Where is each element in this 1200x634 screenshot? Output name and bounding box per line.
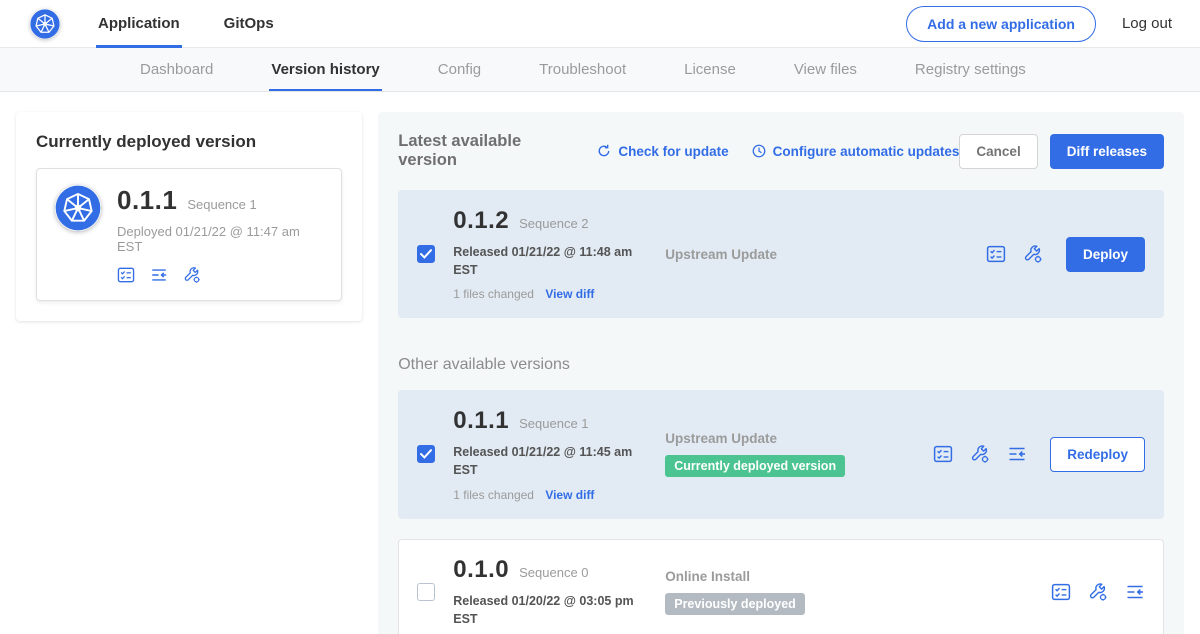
config-icon[interactable] [1088,582,1108,602]
top-navbar: Application GitOps Add a new application… [0,0,1200,48]
config-icon[interactable] [183,266,201,284]
release-notes-icon[interactable] [1051,582,1071,602]
version-source-label: Online Install [665,569,750,584]
deployed-timestamp: Deployed 01/21/22 @ 11:47 am EST [117,224,323,254]
diff-releases-button[interactable]: Diff releases [1050,134,1164,169]
nav-tab-application[interactable]: Application [96,0,182,48]
nav-tab-gitops[interactable]: GitOps [222,0,276,48]
version-checkbox[interactable] [417,245,435,263]
tab-license[interactable]: License [682,48,738,91]
tab-view-files[interactable]: View files [792,48,859,91]
released-timestamp: Released 01/21/22 @ 11:48 am EST [453,243,658,279]
other-versions-title: Other available versions [398,356,1164,374]
view-diff-link[interactable]: View diff [545,287,594,301]
release-notes-icon[interactable] [117,266,135,284]
version-source-label: Upstream Update [665,247,777,262]
view-diff-link[interactable]: View diff [545,488,594,502]
currently-deployed-title: Currently deployed version [36,132,342,152]
version-source-label: Upstream Update [665,431,777,446]
sequence-label: Sequence 2 [519,216,588,231]
release-notes-icon[interactable] [933,444,953,464]
sequence-label: Sequence 1 [519,416,588,431]
config-icon[interactable] [970,444,990,464]
version-number: 0.1.0 [453,556,509,584]
tab-version-history[interactable]: Version history [269,48,381,91]
deploy-button[interactable]: Deploy [1066,237,1145,272]
tab-troubleshoot[interactable]: Troubleshoot [537,48,628,91]
configure-automatic-updates-link[interactable]: Configure automatic updates [751,143,960,159]
config-icon[interactable] [1023,244,1043,264]
version-row: 0.1.0 Sequence 0 Released 01/20/22 @ 03:… [398,539,1164,634]
currently-deployed-panel: Currently deployed version 0.1.1 Sequenc… [16,112,362,321]
files-changed-label: 1 files changed [453,287,534,301]
add-application-button[interactable]: Add a new application [906,6,1096,42]
version-checkbox[interactable] [417,445,435,463]
release-notes-icon[interactable] [986,244,1006,264]
check-for-update-link[interactable]: Check for update [596,143,728,159]
nav-tab-gitops-label: GitOps [224,15,274,32]
deployed-version-card: 0.1.1 Sequence 1 Deployed 01/21/22 @ 11:… [36,168,342,301]
version-row: 0.1.1 Sequence 1 Released 01/21/22 @ 11:… [398,390,1164,518]
version-row: 0.1.2 Sequence 2 Released 01/21/22 @ 11:… [398,190,1164,318]
version-number: 0.1.1 [453,407,509,435]
latest-available-title: Latest available version [398,132,570,170]
deploy-logs-icon[interactable] [150,266,168,284]
deployed-version-number: 0.1.1 [117,185,177,216]
cancel-button[interactable]: Cancel [959,134,1037,169]
version-checkbox[interactable] [417,583,435,601]
refresh-icon [596,143,612,159]
clock-icon [751,143,767,159]
deployed-sequence-label: Sequence 1 [187,197,256,212]
version-number: 0.1.2 [453,207,509,235]
previously-deployed-badge: Previously deployed [665,593,805,615]
redeploy-button[interactable]: Redeploy [1050,437,1145,472]
kubernetes-logo-icon[interactable] [30,9,60,39]
deploy-logs-icon[interactable] [1125,582,1145,602]
tab-registry-settings[interactable]: Registry settings [913,48,1028,91]
currently-deployed-badge: Currently deployed version [665,455,845,477]
sequence-label: Sequence 0 [519,565,588,580]
files-changed-label: 1 files changed [453,488,534,502]
tab-dashboard[interactable]: Dashboard [138,48,215,91]
logout-button[interactable]: Log out [1122,15,1172,32]
available-versions-panel: Latest available version Check for updat… [378,112,1184,634]
tab-config[interactable]: Config [436,48,483,91]
released-timestamp: Released 01/21/22 @ 11:45 am EST [453,443,658,479]
kubernetes-app-icon [55,185,101,231]
released-timestamp: Released 01/20/22 @ 03:05 pm EST [453,592,658,628]
deploy-logs-icon[interactable] [1007,444,1027,464]
nav-tab-application-label: Application [98,15,180,32]
app-subnav: Dashboard Version history Config Trouble… [0,48,1200,92]
